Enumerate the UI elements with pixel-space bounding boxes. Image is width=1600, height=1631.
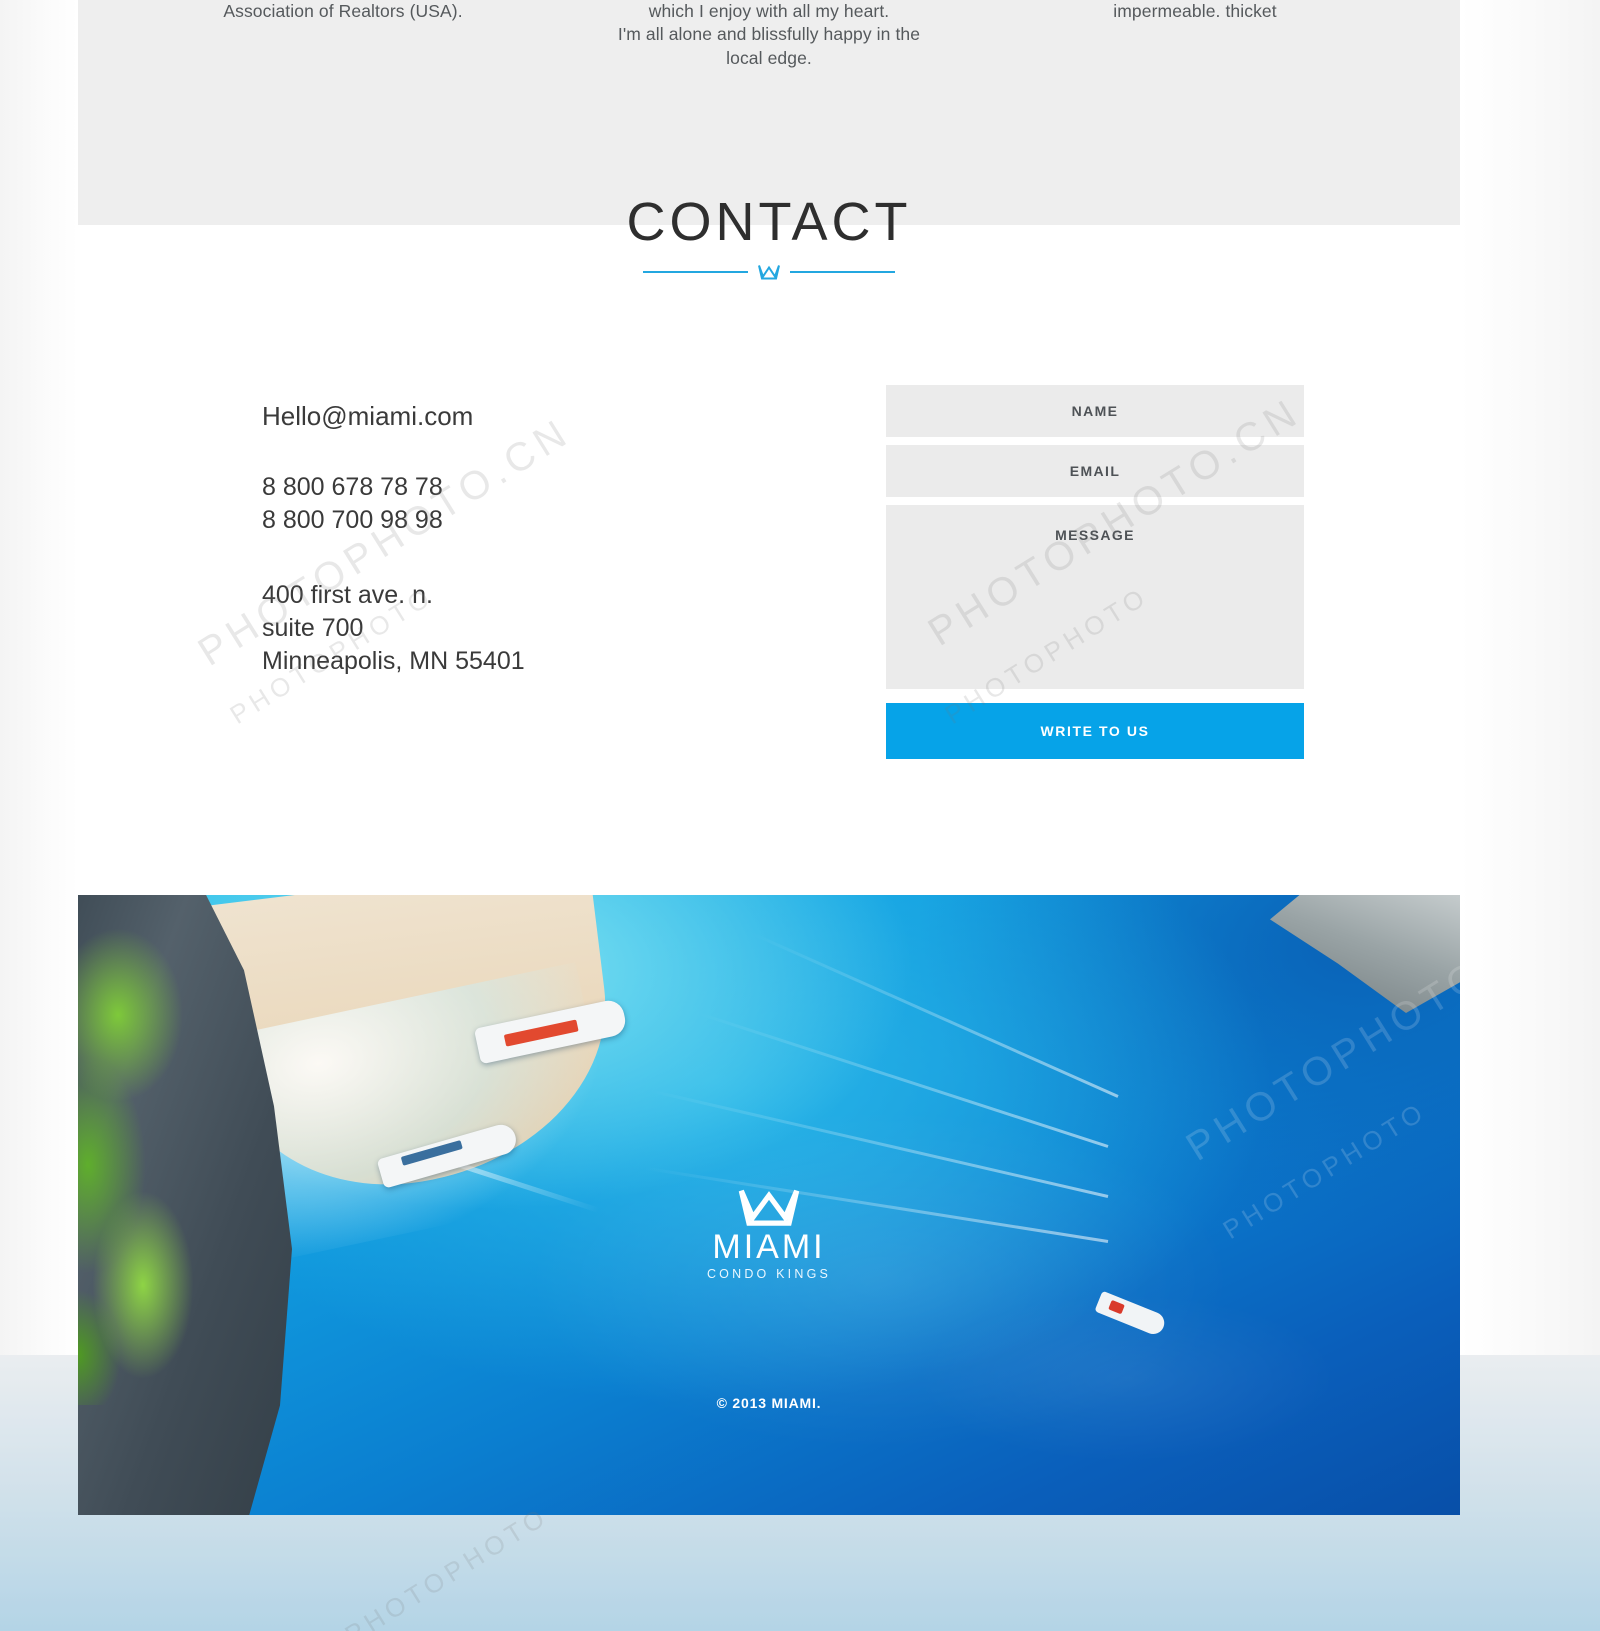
address-line: Minneapolis, MN 55401 — [262, 647, 525, 675]
footer-tagline: CONDO KINGS — [706, 1267, 832, 1281]
address-line: suite 700 — [262, 614, 364, 642]
contact-details: Hello@miami.com 8 800 678 78 78 8 800 70… — [78, 385, 778, 759]
website-page-column: Association of Realtors (USA). joy, as t… — [78, 0, 1460, 1631]
contact-phone[interactable]: 8 800 700 98 98 — [262, 504, 778, 537]
contact-form: WRITE TO US — [886, 385, 1304, 759]
divider-line-left — [643, 271, 748, 273]
footer-copyright: © 2013 MIAMI. — [716, 1395, 822, 1411]
contact-body: Hello@miami.com 8 800 678 78 78 8 800 70… — [78, 385, 1460, 759]
contact-phones: 8 800 678 78 78 8 800 700 98 98 — [262, 471, 778, 537]
page-root: Association of Realtors (USA). joy, as t… — [0, 0, 1600, 1631]
contact-section: CONTACT Hello@miami.com 8 800 678 78 78 … — [78, 192, 1460, 895]
name-input[interactable] — [886, 385, 1304, 437]
about-column-3: rises and half-day sun is above an imper… — [1030, 0, 1360, 70]
footer-logo: MIAMI CONDO KINGS — [78, 1185, 1460, 1281]
footer-brand-name: MIAMI — [712, 1228, 826, 1266]
title-divider — [78, 263, 1460, 281]
about-column-1: Association of Realtors (USA). — [178, 0, 508, 70]
about-column-2: joy, as these beautiful spring morning, … — [604, 0, 934, 70]
about-line: local edge. — [726, 47, 812, 68]
contact-email[interactable]: Hello@miami.com — [262, 399, 778, 433]
pine-foliage — [78, 925, 278, 1405]
contact-form-wrap: WRITE TO US — [778, 385, 1460, 759]
contact-phone[interactable]: 8 800 678 78 78 — [262, 471, 778, 504]
about-line: Association of Realtors (USA). — [223, 1, 463, 21]
write-to-us-button[interactable]: WRITE TO US — [886, 703, 1304, 759]
divider-line-right — [790, 271, 895, 273]
page-title: CONTACT — [626, 192, 912, 252]
about-line: impermeable. thicket — [1113, 0, 1277, 21]
about-line: I'm all alone and blissfully happy in th… — [617, 24, 921, 44]
about-line: which I enjoy with all my heart. — [648, 0, 890, 21]
footer-hero-photo: MIAMI CONDO KINGS © 2013 MIAMI. PHOTOPHO… — [78, 895, 1460, 1515]
about-text-columns: Association of Realtors (USA). joy, as t… — [78, 0, 1460, 70]
crown-icon — [758, 265, 780, 280]
email-input[interactable] — [886, 445, 1304, 497]
crown-icon — [738, 1189, 800, 1226]
message-input[interactable] — [886, 505, 1304, 689]
address-line: 400 first ave. n. — [262, 581, 433, 609]
contact-address: 400 first ave. n. suite 700 Minneapolis,… — [262, 579, 778, 678]
